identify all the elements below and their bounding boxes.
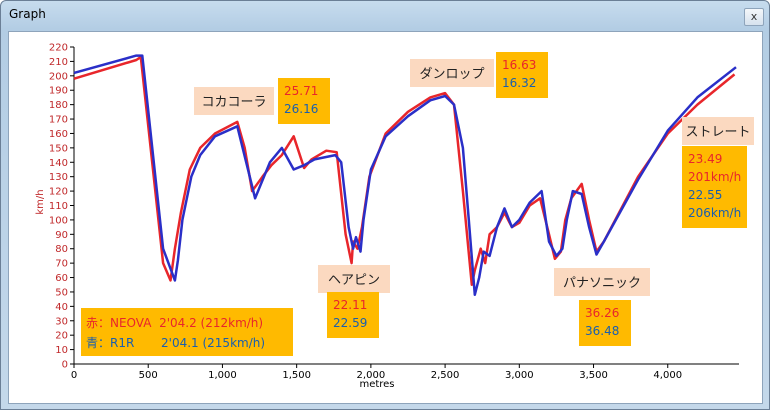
title-bar[interactable]: Graph x: [1, 1, 769, 31]
y-tick-label: 220: [49, 43, 68, 54]
annotation-name: コカコーラ: [201, 95, 266, 110]
annotation-value: 23.49: [688, 152, 722, 166]
y-tick-label: 50: [55, 287, 68, 298]
annotation-value: 206km/h: [688, 206, 741, 220]
close-icon: x: [750, 10, 758, 23]
annotation-5: ストレート 23.49 201km/h 22.55 206km/h: [682, 117, 754, 228]
y-tick-label: 160: [49, 129, 68, 140]
x-tick-label: 0: [71, 370, 77, 381]
y-axis-label: km/h: [35, 189, 46, 214]
y-tick-label: 10: [55, 345, 68, 356]
annotation-3: ヘアピン 22.11 22.59: [318, 265, 390, 338]
annotation-name: パナソニック: [563, 276, 641, 291]
annotation-name: ダンロップ: [419, 67, 484, 82]
annotation-value: 36.26: [585, 306, 619, 320]
x-tick-label: 500: [139, 370, 158, 381]
y-tick-label: 70: [55, 259, 68, 270]
x-tick-label: 1,500: [282, 370, 311, 381]
y-tick-label: 30: [55, 316, 68, 327]
annotation-value: 22.59: [333, 316, 367, 330]
annotation-value: 22.55: [688, 188, 722, 202]
x-tick-label: 2,500: [431, 370, 460, 381]
graph-window: Graph x 0 500 1,000 1,500 2,000 2,500 3,000 3,5…: [0, 0, 770, 410]
annotation-1: コカコーラ 25.71 26.16: [194, 78, 330, 124]
y-tick-label: 80: [55, 244, 68, 255]
legend-entry: 赤：NEOVA 2'04.2 (212km/h): [86, 316, 263, 330]
y-tick-label: 20: [55, 331, 68, 342]
annotation-value: 201km/h: [688, 170, 741, 184]
y-tick-label: 140: [49, 158, 68, 169]
y-tick-label: 0: [62, 360, 68, 371]
annotation-name: ヘアピン: [328, 273, 380, 288]
window-title: Graph: [9, 7, 46, 21]
y-tick-label: 100: [49, 215, 68, 226]
x-tick-label: 4,000: [653, 370, 682, 381]
speed-chart: 0 500 1,000 1,500 2,000 2,500 3,000 3,500 4,0000…: [35, 43, 754, 390]
y-tick-label: 110: [49, 201, 68, 212]
series-line-red: [73, 55, 736, 287]
chart-area: 0 500 1,000 1,500 2,000 2,500 3,000 3,500 4,000 0…: [8, 31, 763, 404]
y-tick-label: 170: [49, 115, 68, 126]
annotation-2: ダンロップ 16.63 16.32: [410, 52, 548, 98]
annotation-name: ストレート: [685, 125, 750, 140]
y-tick-label: 150: [49, 143, 68, 154]
annotations: コカコーラ 25.71 26.16 ダンロップ 16.63 16.32 ヘアピン 22.11 2…: [194, 52, 754, 346]
x-axis-label: metres: [359, 379, 394, 390]
y-tick-label: 200: [49, 71, 68, 82]
annotation-value: 26.16: [284, 102, 318, 116]
x-tick-label: 3,500: [579, 370, 608, 381]
annotation-value: 22.11: [333, 298, 367, 312]
y-tick-label: 210: [49, 57, 68, 68]
legend-entry: 青：R1R 2'04.1 (215km/h): [86, 336, 265, 350]
y-tick-label: 90: [55, 230, 68, 241]
x-tick-label: 1,000: [208, 370, 237, 381]
y-tick-label: 120: [49, 187, 68, 198]
annotation-value: 16.63: [502, 58, 536, 72]
y-tick-label: 60: [55, 273, 68, 284]
annotation-value: 16.32: [502, 76, 536, 90]
y-tick-label: 190: [49, 86, 68, 97]
close-button[interactable]: x: [744, 8, 764, 26]
y-tick-label: 40: [55, 302, 68, 313]
annotation-value: 25.71: [284, 84, 318, 98]
x-tick-label: 3,000: [505, 370, 534, 381]
series-group: [73, 54, 737, 297]
y-tick-label: 130: [49, 172, 68, 183]
annotation-4: パナソニック 36.26 36.48: [554, 268, 650, 346]
y-tick-label: 180: [49, 100, 68, 111]
annotation-value: 36.48: [585, 324, 619, 338]
legend: 赤：NEOVA 2'04.2 (212km/h) 青：R1R 2'04.1 (21…: [81, 308, 293, 356]
